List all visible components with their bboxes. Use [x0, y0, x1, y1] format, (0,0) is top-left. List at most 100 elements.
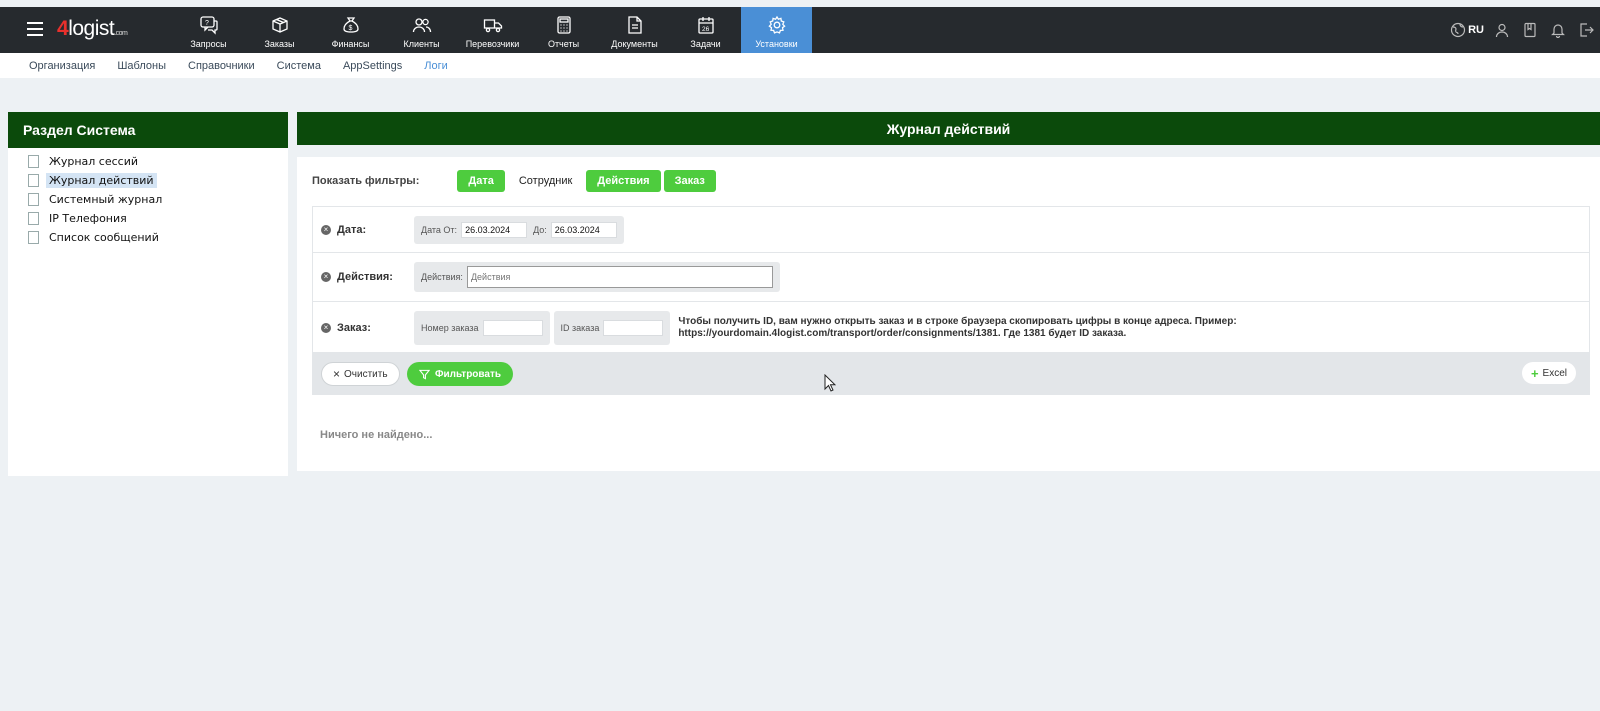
gear-icon	[767, 15, 786, 34]
bookmark-button[interactable]	[1516, 7, 1544, 53]
chat-question-icon: ?	[199, 16, 218, 35]
sub-nav: Организация Шаблоны Справочники Система …	[0, 53, 1600, 78]
tree-item-ip-telephony[interactable]: IP Телефония	[28, 209, 288, 228]
nav-label: Заказы	[264, 39, 295, 49]
nav-label: Клиенты	[403, 39, 440, 49]
subnav-organization[interactable]: Организация	[29, 60, 95, 72]
filter-label: Дата:	[337, 223, 367, 236]
money-bag-icon: $	[342, 17, 359, 33]
chip-date[interactable]: Дата	[457, 170, 505, 192]
document-icon	[28, 155, 39, 168]
empty-message: Ничего не найдено...	[320, 429, 433, 441]
logout-icon	[1580, 23, 1594, 37]
menu-icon[interactable]	[27, 22, 43, 36]
order-id-input[interactable]	[603, 320, 664, 336]
tree-item-label: Системный журнал	[49, 193, 163, 206]
remove-filter-icon[interactable]: ×	[321, 224, 331, 235]
subnav-logs[interactable]: Логи	[424, 60, 448, 72]
subnav-references[interactable]: Справочники	[188, 60, 255, 72]
show-filters: Показать фильтры: Дата Сотрудник Действи…	[312, 170, 719, 192]
show-filters-label: Показать фильтры:	[312, 175, 420, 187]
profile-button[interactable]	[1488, 7, 1516, 53]
nav-label: Документы	[611, 39, 658, 49]
nav-reports[interactable]: Отчеты	[528, 7, 599, 53]
truck-icon	[483, 19, 502, 33]
actions-group: Действия:	[414, 262, 780, 292]
nav-label: Финансы	[331, 39, 370, 49]
main-nav: ? Запросы Заказы $ Финансы Клиенты Перев…	[173, 7, 812, 53]
right-tools: RU	[1444, 7, 1600, 53]
subnav-templates[interactable]: Шаблоны	[117, 60, 166, 72]
nav-finance[interactable]: $ Финансы	[315, 7, 386, 53]
nav-label: Задачи	[690, 39, 721, 49]
date-range-group: Дата От: До:	[414, 215, 624, 244]
order-id-hint: Чтобы получить ID, вам нужно открыть зак…	[678, 316, 1237, 339]
tree-item-label: Журнал действий	[46, 173, 157, 188]
language-label[interactable]: RU	[1468, 24, 1484, 36]
filter-row-order: × Заказ: Номер заказа ID заказа Чтобы по…	[313, 302, 1589, 354]
book-icon	[1524, 22, 1536, 38]
funnel-icon	[419, 369, 430, 380]
tree-item-label: Список сообщений	[49, 231, 159, 244]
nav-label: Установки	[755, 39, 798, 49]
top-navbar: 4logist.com ? Запросы Заказы $ Финансы К…	[0, 7, 1600, 53]
chip-order[interactable]: Заказ	[663, 170, 716, 192]
left-panel: Раздел Система Журнал сессий Журнал дейс…	[8, 112, 288, 476]
tree-item-label: Журнал сессий	[49, 155, 139, 168]
nav-label: Отчеты	[547, 39, 580, 49]
svg-text:26: 26	[702, 26, 710, 33]
tree-item-label: IP Телефония	[49, 212, 127, 225]
filter-row-date: × Дата: Дата От: До:	[313, 207, 1589, 253]
logout-button[interactable]	[1572, 7, 1600, 53]
logo[interactable]: 4logist.com	[57, 17, 128, 41]
date-to-input[interactable]	[550, 221, 617, 238]
tree-item-messages[interactable]: Список сообщений	[28, 228, 288, 247]
excel-button[interactable]: + Excel	[1521, 362, 1576, 384]
remove-filter-icon[interactable]: ×	[321, 272, 331, 282]
nav-clients[interactable]: Клиенты	[386, 7, 457, 53]
bell-icon	[1551, 24, 1565, 38]
filter-button[interactable]: Фильтровать	[407, 362, 514, 386]
remove-filter-icon[interactable]: ×	[321, 323, 331, 333]
actions-input[interactable]	[466, 266, 773, 288]
actions-field-label: Действия:	[421, 272, 463, 282]
tree-item-system-log[interactable]: Системный журнал	[28, 190, 288, 209]
date-from-input[interactable]	[461, 221, 528, 238]
subnav-system[interactable]: Система	[277, 60, 321, 72]
left-panel-title: Раздел Система	[8, 112, 288, 148]
order-number-label: Номер заказа	[421, 323, 479, 333]
clear-label: Очистить	[344, 368, 388, 380]
document-icon	[627, 16, 642, 34]
clear-button[interactable]: × Очистить	[321, 362, 400, 386]
order-number-group: Номер заказа	[414, 311, 550, 345]
date-to-label: До:	[533, 224, 547, 235]
user-icon	[1495, 23, 1509, 38]
document-icon	[28, 231, 39, 244]
nav-label: Перевозчики	[465, 39, 520, 49]
chip-employee[interactable]: Сотрудник	[507, 170, 584, 192]
order-number-input[interactable]	[482, 320, 543, 336]
nav-tasks[interactable]: 26 Задачи	[670, 7, 741, 53]
nav-requests[interactable]: ? Запросы	[173, 7, 244, 53]
order-id-label: ID заказа	[560, 323, 600, 333]
filter-label: Действия:	[337, 271, 393, 283]
filter-label: Заказ:	[337, 322, 371, 334]
nav-documents[interactable]: Документы	[599, 7, 670, 53]
subnav-appsettings[interactable]: AppSettings	[343, 60, 402, 72]
nav-carriers[interactable]: Перевозчики	[457, 7, 528, 53]
nav-orders[interactable]: Заказы	[244, 7, 315, 53]
plus-icon: +	[1530, 365, 1539, 381]
tree-item-sessions[interactable]: Журнал сессий	[28, 152, 288, 171]
filters-box: × Дата: Дата От: До: × Действия: Действи…	[312, 206, 1590, 353]
notifications-button[interactable]	[1544, 7, 1572, 53]
tree: Журнал сессий Журнал действий Системный …	[8, 148, 288, 247]
tree-item-actions[interactable]: Журнал действий	[28, 171, 288, 190]
calculator-icon	[556, 16, 571, 34]
filter-row-actions: × Действия: Действия:	[313, 253, 1589, 302]
nav-settings[interactable]: Установки	[741, 7, 812, 53]
chip-actions[interactable]: Действия	[586, 170, 661, 192]
users-icon	[412, 18, 431, 33]
nav-label: Запросы	[190, 39, 227, 49]
package-icon	[271, 17, 288, 33]
svg-text:$: $	[348, 25, 352, 32]
